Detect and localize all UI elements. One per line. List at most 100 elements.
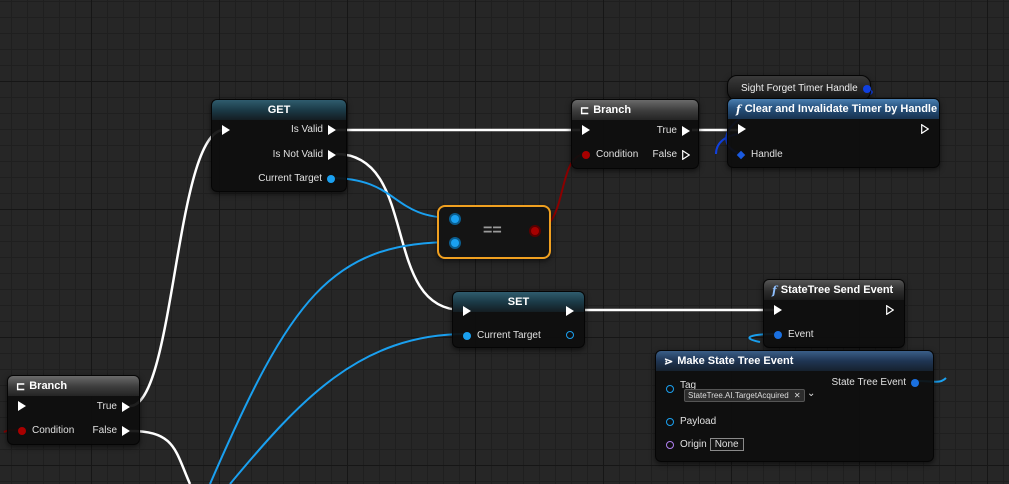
get-current-target-pin[interactable]: Current Target — [258, 173, 335, 184]
clear-timer-exec-out-pin[interactable] — [921, 124, 929, 134]
make-event-origin-label: Origin — [680, 439, 707, 450]
make-event-output-pin[interactable]: State Tree Event — [831, 377, 919, 388]
exec-pin-icon[interactable] — [122, 401, 130, 412]
exec-pin-hollow-icon[interactable] — [682, 149, 690, 160]
struct-pin-icon[interactable] — [774, 330, 782, 339]
branch-left-false-pin[interactable]: False — [93, 425, 130, 436]
clear-timer-exec-in-pin[interactable] — [738, 124, 746, 134]
clear-invalidate-timer-node[interactable]: f Clear and Invalidate Timer by Handle H… — [727, 98, 940, 168]
exec-pin-hollow-icon[interactable] — [921, 124, 929, 134]
struct-pin-icon[interactable] — [862, 84, 871, 93]
object-pin-icon[interactable] — [463, 331, 471, 340]
struct-pin-icon[interactable] — [911, 378, 919, 387]
send-event-exec-in-pin[interactable] — [774, 305, 782, 315]
bool-pin-icon[interactable] — [531, 227, 539, 235]
get-node-header[interactable]: GET — [212, 100, 346, 120]
exec-pin-icon[interactable] — [774, 305, 782, 315]
get-exec-in-pin[interactable] — [222, 125, 230, 135]
branch-top-header[interactable]: ⊏ Branch — [572, 100, 698, 120]
make-state-tree-event-node[interactable]: ⋗ Make State Tree Event Tag StateTree.AI… — [655, 350, 934, 462]
send-event-title: StateTree Send Event — [780, 284, 894, 296]
equals-output-pin[interactable] — [531, 227, 539, 235]
branch-left-condition-pin[interactable]: Condition — [18, 425, 74, 436]
branch-left-header[interactable]: ⊏ Branch — [8, 376, 139, 396]
equals-input-b-pin[interactable] — [451, 239, 459, 247]
send-event-header[interactable]: f StateTree Send Event — [764, 280, 904, 300]
make-event-output-label: State Tree Event — [831, 377, 907, 388]
branch-left-condition-label: Condition — [32, 425, 75, 436]
get-is-not-valid-pin[interactable]: Is Not Valid — [273, 149, 336, 160]
sight-forget-timer-handle-pin[interactable]: Sight Forget Timer Handle — [741, 83, 871, 94]
branch-left-exec-in-pin[interactable] — [18, 401, 26, 411]
get-is-not-valid-label: Is Not Valid — [272, 149, 323, 160]
make-event-payload-label: Payload — [680, 416, 717, 427]
exec-pin-hollow-icon[interactable] — [886, 305, 894, 315]
get-is-valid-label: Is Valid — [290, 124, 323, 135]
struct-pin-hollow-icon[interactable] — [666, 385, 674, 393]
make-event-tag-value[interactable]: StateTree.AI.TargetAcquired ✕ — [684, 389, 805, 402]
clear-timer-handle-pin[interactable]: Handle — [736, 149, 783, 160]
send-event-event-pin[interactable]: Event — [774, 329, 814, 340]
clear-tag-icon[interactable]: ✕ — [794, 391, 801, 400]
set-exec-out-pin[interactable] — [566, 306, 574, 316]
equals-node[interactable]: == — [437, 205, 551, 259]
branch-top-false-label: False — [652, 149, 677, 160]
set-node-header[interactable]: SET — [453, 292, 584, 312]
get-current-target-label: Current Target — [258, 173, 322, 184]
branch-icon: ⊏ — [16, 380, 26, 393]
set-exec-in-pin[interactable] — [463, 306, 471, 316]
clear-timer-title: Clear and Invalidate Timer by Handle — [744, 103, 938, 115]
make-event-payload-pin[interactable]: Payload — [666, 416, 716, 427]
bool-pin-icon[interactable] — [582, 150, 590, 159]
tag-dropdown-chevron-icon[interactable]: ⌄ — [807, 388, 815, 399]
branch-left-true-pin[interactable]: True — [97, 401, 130, 412]
branch-top-false-pin[interactable]: False — [653, 149, 690, 160]
object-wire-to-set-target — [229, 333, 467, 484]
branch-left-title: Branch — [29, 380, 68, 392]
exec-pin-icon[interactable] — [18, 401, 26, 411]
set-current-target-out-pin[interactable] — [566, 331, 574, 339]
branch-node-top[interactable]: ⊏ Branch Condition True False — [571, 99, 699, 169]
branch-icon: ⊏ — [580, 104, 590, 117]
set-current-target-label: Current Target — [477, 330, 541, 341]
get-is-valid-pin[interactable]: Is Valid — [291, 124, 336, 135]
branch-top-true-pin[interactable]: True — [657, 125, 690, 136]
exec-pin-icon[interactable] — [566, 306, 574, 316]
exec-pin-icon[interactable] — [682, 125, 690, 136]
sight-forget-timer-handle-label: Sight Forget Timer Handle — [741, 83, 858, 94]
exec-pin-icon[interactable] — [122, 425, 130, 436]
branch-top-condition-label: Condition — [596, 149, 639, 160]
clear-timer-header[interactable]: f Clear and Invalidate Timer by Handle — [728, 99, 939, 119]
tag-value-text: StateTree.AI.TargetAcquired — [688, 391, 789, 400]
object-pin-icon[interactable] — [451, 239, 459, 247]
name-pin-hollow-icon[interactable] — [666, 440, 674, 449]
object-pin-icon[interactable] — [327, 174, 335, 183]
exec-pin-icon[interactable] — [463, 306, 471, 316]
get-node-title: GET — [267, 104, 291, 116]
exec-pin-icon[interactable] — [222, 125, 230, 135]
exec-pin-icon[interactable] — [738, 124, 746, 134]
get-node[interactable]: GET Is Valid Is Not Valid Current Target — [211, 99, 347, 192]
equals-input-a-pin[interactable] — [451, 215, 459, 223]
make-event-origin-input[interactable]: None — [709, 438, 744, 451]
branch-top-condition-pin[interactable]: Condition — [582, 149, 638, 160]
exec-pin-icon[interactable] — [582, 125, 590, 135]
exec-pin-icon[interactable] — [328, 124, 336, 135]
send-event-exec-out-pin[interactable] — [886, 305, 894, 315]
branch-node-left[interactable]: ⊏ Branch Condition True False — [7, 375, 140, 445]
make-event-header[interactable]: ⋗ Make State Tree Event — [656, 351, 933, 371]
struct-pin-hollow-icon[interactable] — [666, 417, 674, 426]
exec-wire-left-true-to-get — [129, 128, 225, 408]
statetree-send-event-node[interactable]: f StateTree Send Event Event — [763, 279, 905, 348]
struct-pin-icon[interactable] — [736, 150, 746, 159]
make-event-origin-pin[interactable]: Origin None — [666, 438, 744, 451]
set-current-target-in-pin[interactable]: Current Target — [463, 330, 541, 341]
branch-top-exec-in-pin[interactable] — [582, 125, 590, 135]
bool-pin-icon[interactable] — [18, 426, 26, 435]
object-pin-icon[interactable] — [451, 215, 459, 223]
exec-pin-icon[interactable] — [328, 149, 336, 160]
set-node-title: SET — [507, 296, 530, 308]
set-node[interactable]: SET Current Target — [452, 291, 585, 348]
object-pin-hollow-icon[interactable] — [566, 331, 574, 339]
object-wire-to-equals-b — [209, 241, 455, 484]
